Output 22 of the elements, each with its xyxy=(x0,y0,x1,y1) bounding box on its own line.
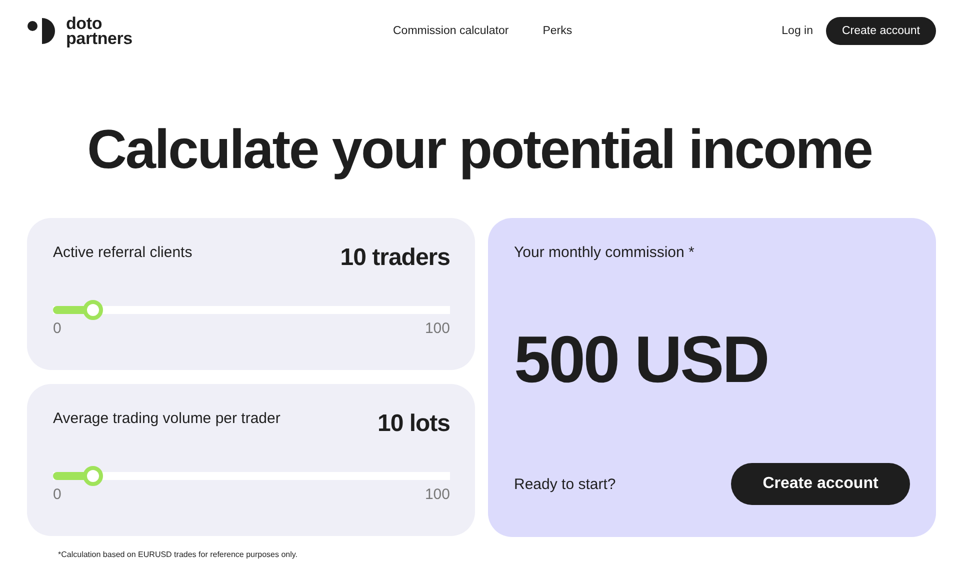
range-min: 0 xyxy=(53,320,62,337)
slider-label: Average trading volume per trader xyxy=(53,410,280,427)
create-account-button[interactable]: Create account xyxy=(731,463,910,505)
range-min: 0 xyxy=(53,486,62,503)
slider-value: 10 traders xyxy=(340,244,450,272)
range-max: 100 xyxy=(424,320,450,337)
ready-prompt: Ready to start? xyxy=(514,476,616,492)
slider-thumb[interactable] xyxy=(82,300,103,320)
range-max: 100 xyxy=(424,486,450,503)
logo-icon xyxy=(27,17,57,45)
nav-link[interactable]: Perks xyxy=(542,25,572,37)
create-account-button[interactable]: Create account xyxy=(826,17,936,45)
nav-link[interactable]: Commission calculator xyxy=(393,25,509,37)
login-link[interactable]: Log in xyxy=(782,25,813,37)
footnote: *Calculation based on EURUSD trades for reference purposes only. xyxy=(58,550,299,559)
result-label: Your monthly commission * xyxy=(514,244,696,261)
commission-amount: 500 USD xyxy=(514,321,769,398)
logo-text[interactable]: doto partners xyxy=(66,16,132,46)
slider-label: Active referral clients xyxy=(53,244,192,261)
slider-value: 10 lots xyxy=(377,410,450,438)
page-title: Calculate your potential income xyxy=(86,117,873,182)
slider-thumb[interactable] xyxy=(82,466,103,486)
